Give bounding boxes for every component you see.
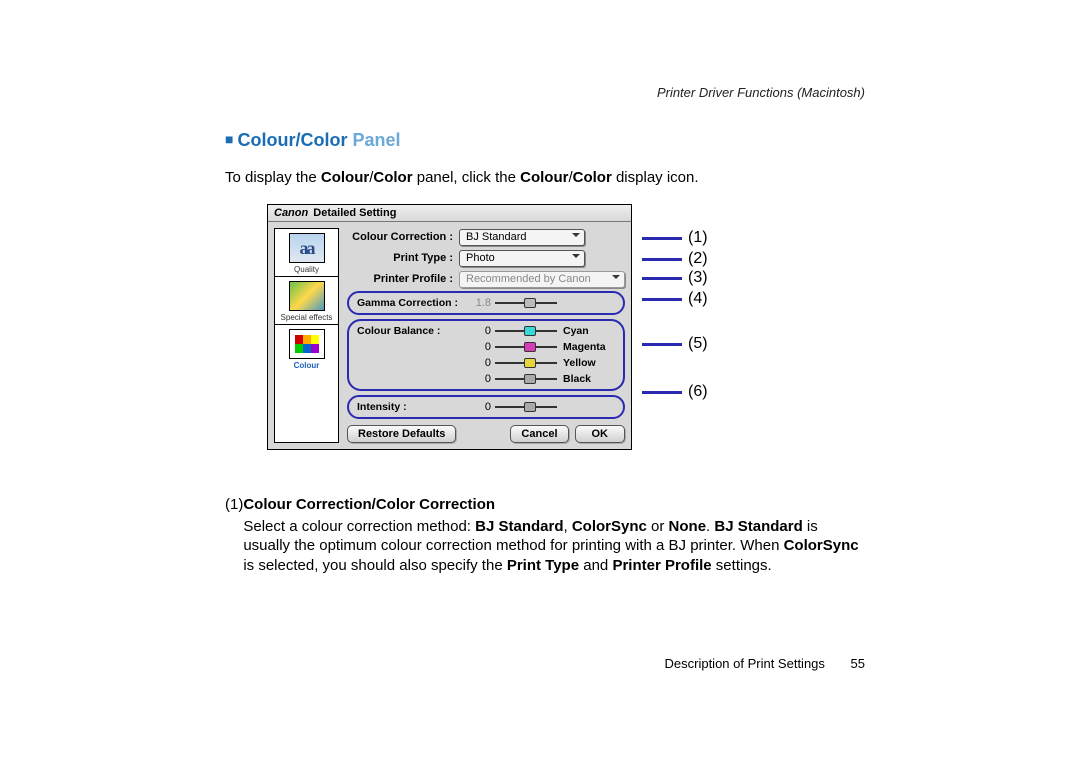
callout-5: (5) [688,335,708,353]
desc-title: Colour Correction/Color Correction [243,495,865,515]
sidebar-item-colour[interactable]: Colour [275,325,338,372]
brand-logo: Canon [274,207,308,219]
slider-cyan[interactable] [495,326,557,336]
title-light: Panel [347,130,400,150]
cancel-button[interactable]: Cancel [510,425,568,443]
label-black: Black [557,373,617,385]
label-intensity: Intensity : [355,401,463,413]
slider-gamma[interactable] [495,298,557,308]
label-printer-profile: Printer Profile : [347,273,459,285]
dropdown-colour-correction[interactable]: BJ Standard [459,229,585,246]
value-magenta: 0 [463,341,495,353]
slider-black[interactable] [495,374,557,384]
restore-defaults-button[interactable]: Restore Defaults [347,425,456,443]
intro-text: To display the Colour/Color panel, click… [225,169,865,186]
ok-button[interactable]: OK [575,425,626,443]
dialog-sidebar: aa Quality Special effects [274,228,339,443]
value-intensity: 0 [463,401,495,413]
slider-intensity[interactable] [495,402,557,412]
group-intensity: Intensity : 0 [347,395,625,419]
sidebar-label: Quality [275,265,338,274]
colour-icon [289,329,325,359]
page-footer: Description of Print Settings 55 [225,656,865,671]
footer-text: Description of Print Settings [665,656,825,671]
slider-yellow[interactable] [495,358,557,368]
label-gamma: Gamma Correction : [355,297,463,309]
sidebar-label: Colour [275,361,338,370]
sidebar-item-special-effects[interactable]: Special effects [275,277,338,325]
callout-3: (3) [688,269,708,287]
label-print-type: Print Type : [347,252,459,264]
label-yellow: Yellow [557,357,617,369]
group-gamma: Gamma Correction : 1.8 [347,291,625,315]
label-colour-balance: Colour Balance : [355,325,463,337]
header-chapter: Printer Driver Functions (Macintosh) [225,85,865,100]
detailed-setting-dialog: Canon Detailed Setting aa Quality Specia… [267,204,632,450]
desc-body: Select a colour correction method: BJ St… [243,517,865,576]
page-number: 55 [851,656,865,671]
value-yellow: 0 [463,357,495,369]
slider-magenta[interactable] [495,342,557,352]
label-magenta: Magenta [557,341,617,353]
section-title: ■Colour/Color Panel [225,130,865,151]
special-effects-icon [289,281,325,311]
title-main: Colour/Color [237,130,347,150]
value-gamma: 1.8 [463,297,495,309]
desc-number: (1) [225,495,243,575]
sidebar-item-quality[interactable]: aa Quality [275,229,338,277]
value-black: 0 [463,373,495,385]
sidebar-label: Special effects [275,313,338,322]
label-cyan: Cyan [557,325,617,337]
dropdown-printer-profile[interactable]: Recommended by Canon [459,271,625,288]
value-cyan: 0 [463,325,495,337]
callout-2: (2) [688,250,708,268]
label-colour-correction: Colour Correction : [347,231,459,243]
callout-4: (4) [688,290,708,308]
square-bullet-icon: ■ [225,131,233,147]
quality-icon: aa [289,233,325,263]
dialog-titlebar: Canon Detailed Setting [268,205,631,222]
dialog-title: Detailed Setting [310,207,396,219]
callout-list: (1) (2) (3) (4) (5) (6) [642,204,712,429]
dropdown-print-type[interactable]: Photo [459,250,585,267]
group-colour-balance: Colour Balance : 0 Cyan 0 Magenta [347,319,625,391]
callout-6: (6) [688,383,708,401]
callout-1: (1) [688,229,708,247]
